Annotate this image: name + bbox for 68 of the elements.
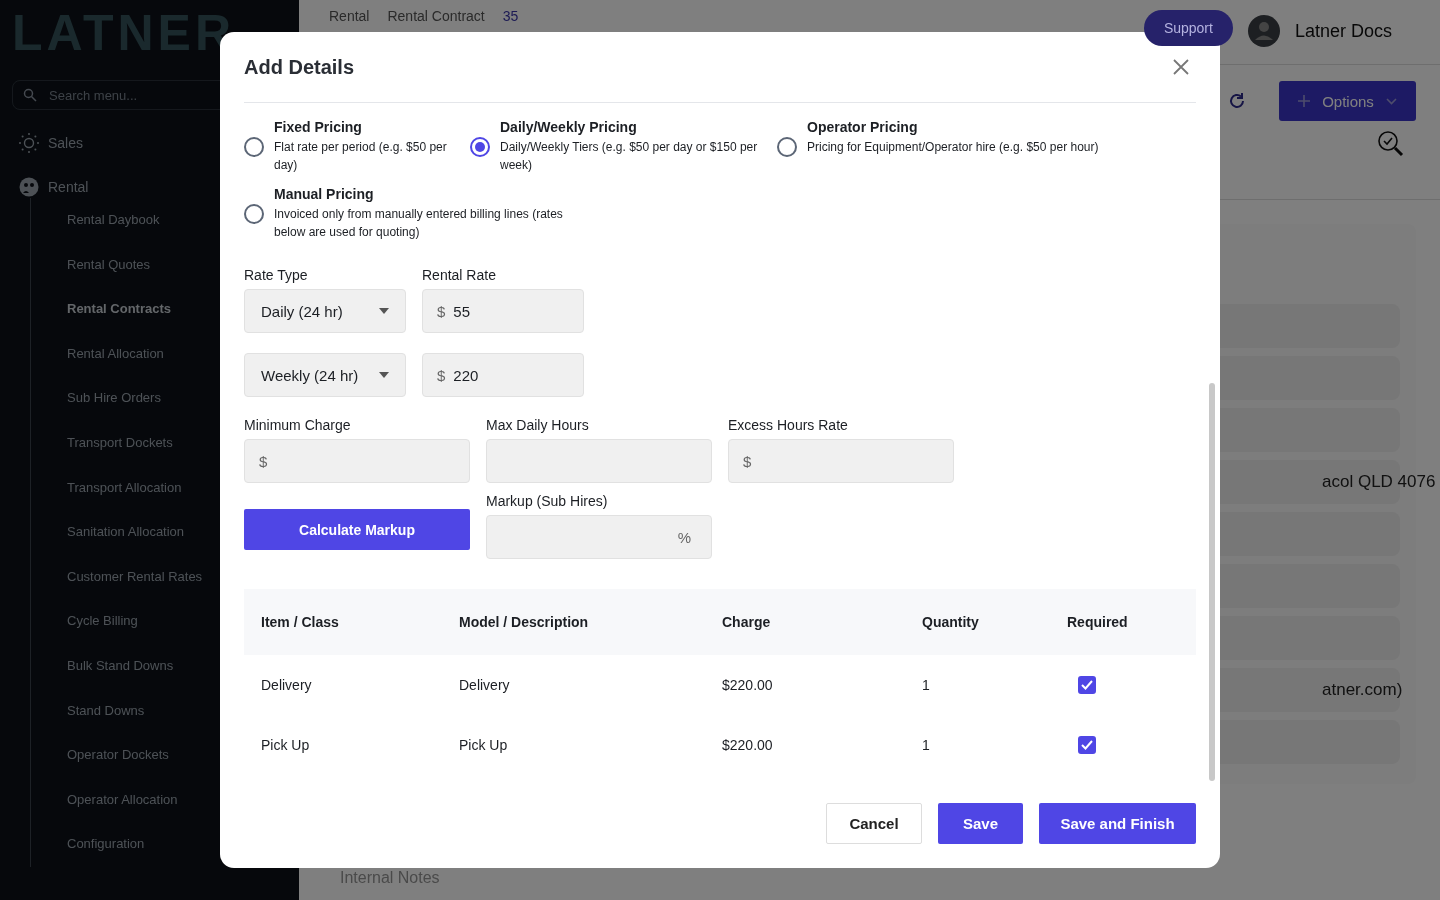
radio-button[interactable] bbox=[777, 137, 797, 157]
option-description: Daily/Weekly Tiers (e.g. $50 per day or $150 per week) bbox=[500, 139, 759, 174]
pricing-radio[interactable]: Daily/Weekly Pricing Daily/Weekly Tiers (e.g. $50 per day or $150 per week) bbox=[470, 119, 777, 174]
field-label: Minimum Charge bbox=[244, 417, 352, 435]
caret-icon bbox=[379, 308, 389, 314]
option-title: Daily/Weekly Pricing bbox=[500, 119, 638, 135]
table-cell: 1 bbox=[905, 655, 1050, 715]
table-cell-text: Pick Up bbox=[260, 736, 311, 755]
pricing-radio[interactable]: Fixed Pricing Flat rate per period (e.g. $50 per day) bbox=[244, 119, 470, 174]
people-icon bbox=[18, 176, 40, 198]
field-label: Rate Type bbox=[244, 267, 309, 285]
breadcrumb-link[interactable]: Rental Contract bbox=[387, 8, 485, 24]
avatar-icon bbox=[1246, 14, 1281, 48]
column-header: Required bbox=[1050, 589, 1196, 655]
max-daily-hours-field[interactable] bbox=[486, 439, 712, 483]
pricing-radio[interactable]: Operator Pricing Pricing for Equipment/Operator hire (e.g. $50 per hour) bbox=[777, 119, 1197, 174]
column-header: Charge bbox=[705, 589, 905, 655]
breadcrumb-link[interactable]: Rental bbox=[329, 8, 370, 24]
dialog-title: Add Details bbox=[244, 55, 355, 79]
field-label: Rental Rate bbox=[422, 267, 497, 285]
breadcrumb-link[interactable]: 35 bbox=[502, 8, 519, 24]
close-icon[interactable] bbox=[1172, 58, 1190, 76]
option-description: Invoiced only from manually entered billing lines (rates below are used for quoting) bbox=[274, 206, 564, 241]
user-name: Latner Docs bbox=[1294, 20, 1392, 42]
column-header: Quantity bbox=[905, 589, 1050, 655]
excess-hours-rate-field[interactable]: $ bbox=[728, 439, 954, 483]
save-and-finish-button[interactable]: Save and Finish bbox=[1039, 803, 1196, 844]
sales-icon bbox=[18, 132, 40, 154]
field-label: Markup (Sub Hires) bbox=[486, 493, 609, 511]
field-label: Excess Hours Rate bbox=[728, 417, 849, 435]
column-header: Model / Description bbox=[442, 589, 705, 655]
pricing-radio[interactable]: Manual Pricing Invoiced only from manually entered billing lines (rates below are used for quoting) bbox=[244, 186, 777, 241]
radio-button[interactable] bbox=[244, 137, 264, 157]
table-cell-text: 1 bbox=[921, 736, 931, 755]
rate-type-select[interactable]: Weekly (24 hr) bbox=[244, 353, 406, 397]
save-button[interactable]: Save bbox=[938, 803, 1023, 844]
option-title: Operator Pricing bbox=[807, 119, 919, 135]
table-cell: Delivery bbox=[244, 655, 442, 715]
table-cell-text: $220.00 bbox=[721, 736, 774, 755]
markup-field[interactable]: % bbox=[486, 515, 712, 559]
support-button[interactable]: Support bbox=[1143, 10, 1233, 46]
option-description: Pricing for Equipment/Operator hire (e.g. $50 per hour) bbox=[807, 139, 1099, 156]
radio-button[interactable] bbox=[470, 137, 490, 157]
calculate-markup-button[interactable]: Calculate Markup bbox=[244, 509, 470, 550]
search-icon bbox=[23, 88, 37, 102]
rate-field[interactable]: $ 55 bbox=[422, 289, 584, 333]
option-description: Flat rate per period (e.g. $50 per day) bbox=[274, 139, 448, 174]
table-cell: Delivery bbox=[442, 655, 705, 715]
option-title: Manual Pricing bbox=[274, 186, 375, 202]
checkbox[interactable] bbox=[1078, 676, 1096, 694]
rate-type-select[interactable]: Daily (24 hr) bbox=[244, 289, 406, 333]
magnifier-check-icon[interactable] bbox=[1376, 129, 1406, 159]
table-cell-text: Pick Up bbox=[458, 736, 509, 755]
plus-icon bbox=[1298, 95, 1311, 107]
checkbox[interactable] bbox=[1078, 736, 1096, 754]
caret-icon bbox=[379, 372, 389, 378]
field-label: Max Daily Hours bbox=[486, 417, 590, 435]
column-header: Item / Class bbox=[244, 589, 442, 655]
rate-field[interactable]: $ 220 bbox=[422, 353, 584, 397]
chevron-down-icon bbox=[1385, 97, 1397, 105]
refresh-icon[interactable] bbox=[1227, 91, 1247, 111]
table-cell: $220.00 bbox=[705, 655, 905, 715]
search-input[interactable]: Search menu... bbox=[47, 86, 231, 104]
cancel-button[interactable]: Cancel bbox=[826, 803, 922, 844]
minimum-charge-field[interactable]: $ bbox=[244, 439, 470, 483]
option-title: Fixed Pricing bbox=[274, 119, 363, 135]
radio-button[interactable] bbox=[244, 204, 264, 224]
options-button[interactable]: Options bbox=[1279, 81, 1416, 121]
